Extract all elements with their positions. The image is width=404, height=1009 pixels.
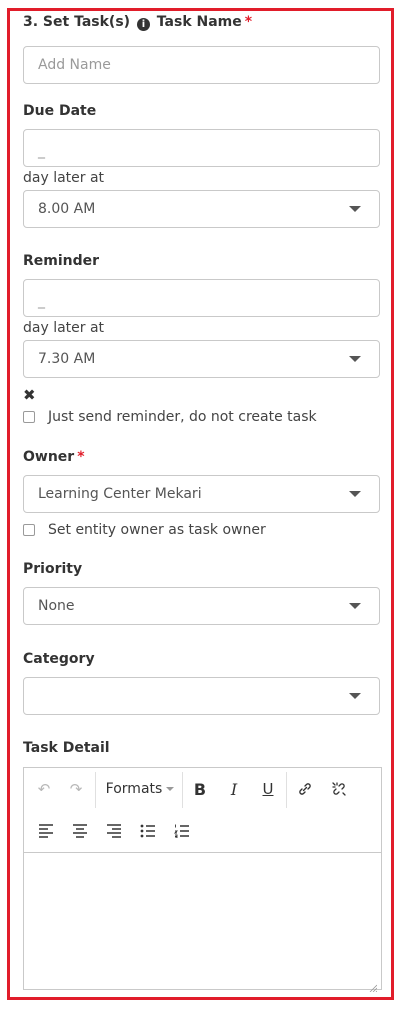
bold-button[interactable]: B [190,778,210,800]
reminder-days-value: _ [38,293,45,309]
task-name-placeholder: Add Name [38,57,111,73]
formats-label: Formats [105,781,163,797]
reminder-label: Reminder [23,253,100,269]
task-name-label: Task Name [156,14,242,30]
undo-icon[interactable]: ↶ [34,778,54,800]
close-icon[interactable]: ✖ [23,386,36,404]
required-mark: * [77,449,85,465]
priority-select[interactable]: None [23,587,380,625]
reminder-day-later-label: day later at [23,320,105,336]
toolbar-separator [95,772,96,808]
due-date-time-select[interactable]: 8.00 AM [23,190,380,228]
task-detail-label: Task Detail [23,740,110,756]
chevron-down-icon [166,787,175,791]
formats-dropdown[interactable]: Formats [104,778,176,800]
due-date-label: Due Date [23,103,97,119]
category-label: Category [23,651,95,667]
due-date-day-later-label: day later at [23,170,105,186]
due-date-time-value: 8.00 AM [38,201,96,217]
unlink-icon[interactable] [328,778,350,800]
resize-handle-icon[interactable] [369,977,378,993]
toolbar-separator [286,772,287,808]
chevron-down-icon [349,491,361,497]
align-center-icon[interactable] [70,820,90,842]
align-left-icon[interactable] [36,820,56,842]
category-select[interactable] [23,677,380,715]
owner-select[interactable]: Learning Center Mekari [23,475,380,513]
underline-button[interactable]: U [258,778,278,800]
redo-icon[interactable]: ↷ [66,778,86,800]
section-header: 3. Set Task(s) i Task Name * [23,14,252,31]
reminder-time-value: 7.30 AM [38,351,96,367]
task-detail-editor: ↶ ↷ Formats B I U [23,767,382,993]
due-date-days-value: _ [38,143,45,159]
chevron-down-icon [349,603,361,609]
chevron-down-icon [349,206,361,212]
section-title: 3. Set Task(s) [23,14,131,30]
reminder-time-select[interactable]: 7.30 AM [23,340,380,378]
italic-button[interactable]: I [224,778,244,800]
owner-label: Owner [23,449,75,465]
owner-header: Owner * [23,449,85,465]
entity-owner-label: Set entity owner as task owner [48,522,266,538]
priority-value: None [38,598,75,614]
editor-toolbar-row-1: ↶ ↷ Formats B I U [24,768,381,810]
editor-toolbar-row-2 [24,810,381,853]
only-reminder-checkbox[interactable] [23,411,35,423]
chevron-down-icon [349,693,361,699]
task-detail-textarea[interactable] [24,853,381,989]
toolbar-separator [182,772,183,808]
reminder-days-input[interactable]: _ [23,279,380,317]
chevron-down-icon [349,356,361,362]
entity-owner-checkbox[interactable] [23,524,35,536]
align-right-icon[interactable] [104,820,124,842]
task-name-input[interactable]: Add Name [23,46,380,84]
due-date-days-input[interactable]: _ [23,129,380,167]
only-reminder-label: Just send reminder, do not create task [48,409,317,425]
bullet-list-icon[interactable] [138,820,158,842]
owner-value: Learning Center Mekari [38,486,202,502]
info-circle-icon[interactable]: i [136,18,150,31]
required-mark: * [244,14,253,30]
numbered-list-icon[interactable] [172,820,192,842]
link-icon[interactable] [294,778,316,800]
priority-label: Priority [23,561,83,577]
